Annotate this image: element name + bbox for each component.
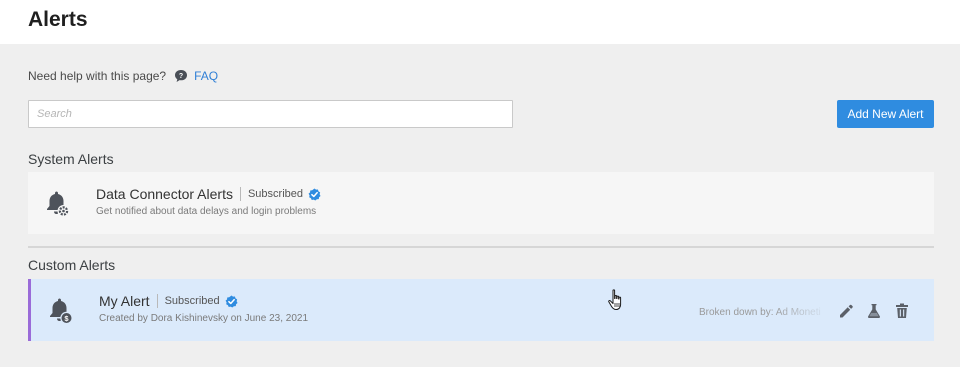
verified-check-icon	[225, 294, 238, 308]
delete-trash-icon[interactable]	[893, 302, 911, 320]
custom-alert-title-row: My Alert Subscribed	[99, 293, 238, 309]
top-bar: Alerts	[0, 0, 960, 44]
help-bubble-icon: ?	[175, 70, 188, 82]
breakdown-fade	[771, 301, 831, 321]
alert-description: Get notified about data delays and login…	[96, 206, 317, 217]
alert-name: My Alert	[99, 293, 150, 309]
svg-text:?: ?	[179, 73, 183, 80]
bell-dollar-icon: $	[50, 298, 73, 325]
search-input[interactable]	[28, 100, 513, 128]
section-divider	[28, 246, 934, 248]
separator	[239, 187, 241, 201]
custom-alert-card[interactable]: $ My Alert Subscribed Created by Dora Ki…	[28, 279, 934, 341]
verified-check-icon	[308, 187, 321, 201]
page-title: Alerts	[28, 8, 88, 31]
separator	[156, 294, 158, 308]
help-row: Need help with this page? ? FAQ	[28, 69, 218, 83]
edit-pencil-icon[interactable]	[837, 302, 855, 320]
bell-gear-icon	[47, 191, 70, 217]
system-alert-card[interactable]: Data Connector Alerts Subscribed Get not…	[28, 172, 934, 234]
subscribed-status: Subscribed	[247, 188, 304, 200]
add-new-alert-button[interactable]: Add New Alert	[837, 100, 934, 128]
alert-name: Data Connector Alerts	[96, 186, 233, 202]
hand-pointer-icon	[608, 289, 622, 310]
custom-alerts-heading: Custom Alerts	[28, 257, 116, 273]
system-alert-title-row: Data Connector Alerts Subscribed	[96, 186, 321, 202]
alert-description: Created by Dora Kishinevsky on June 23, …	[99, 313, 309, 324]
subscribed-status: Subscribed	[164, 295, 220, 307]
help-text: Need help with this page?	[28, 69, 167, 83]
faq-link[interactable]: FAQ	[194, 69, 218, 83]
test-flask-icon[interactable]	[865, 302, 883, 320]
system-alerts-heading: System Alerts	[28, 151, 114, 167]
